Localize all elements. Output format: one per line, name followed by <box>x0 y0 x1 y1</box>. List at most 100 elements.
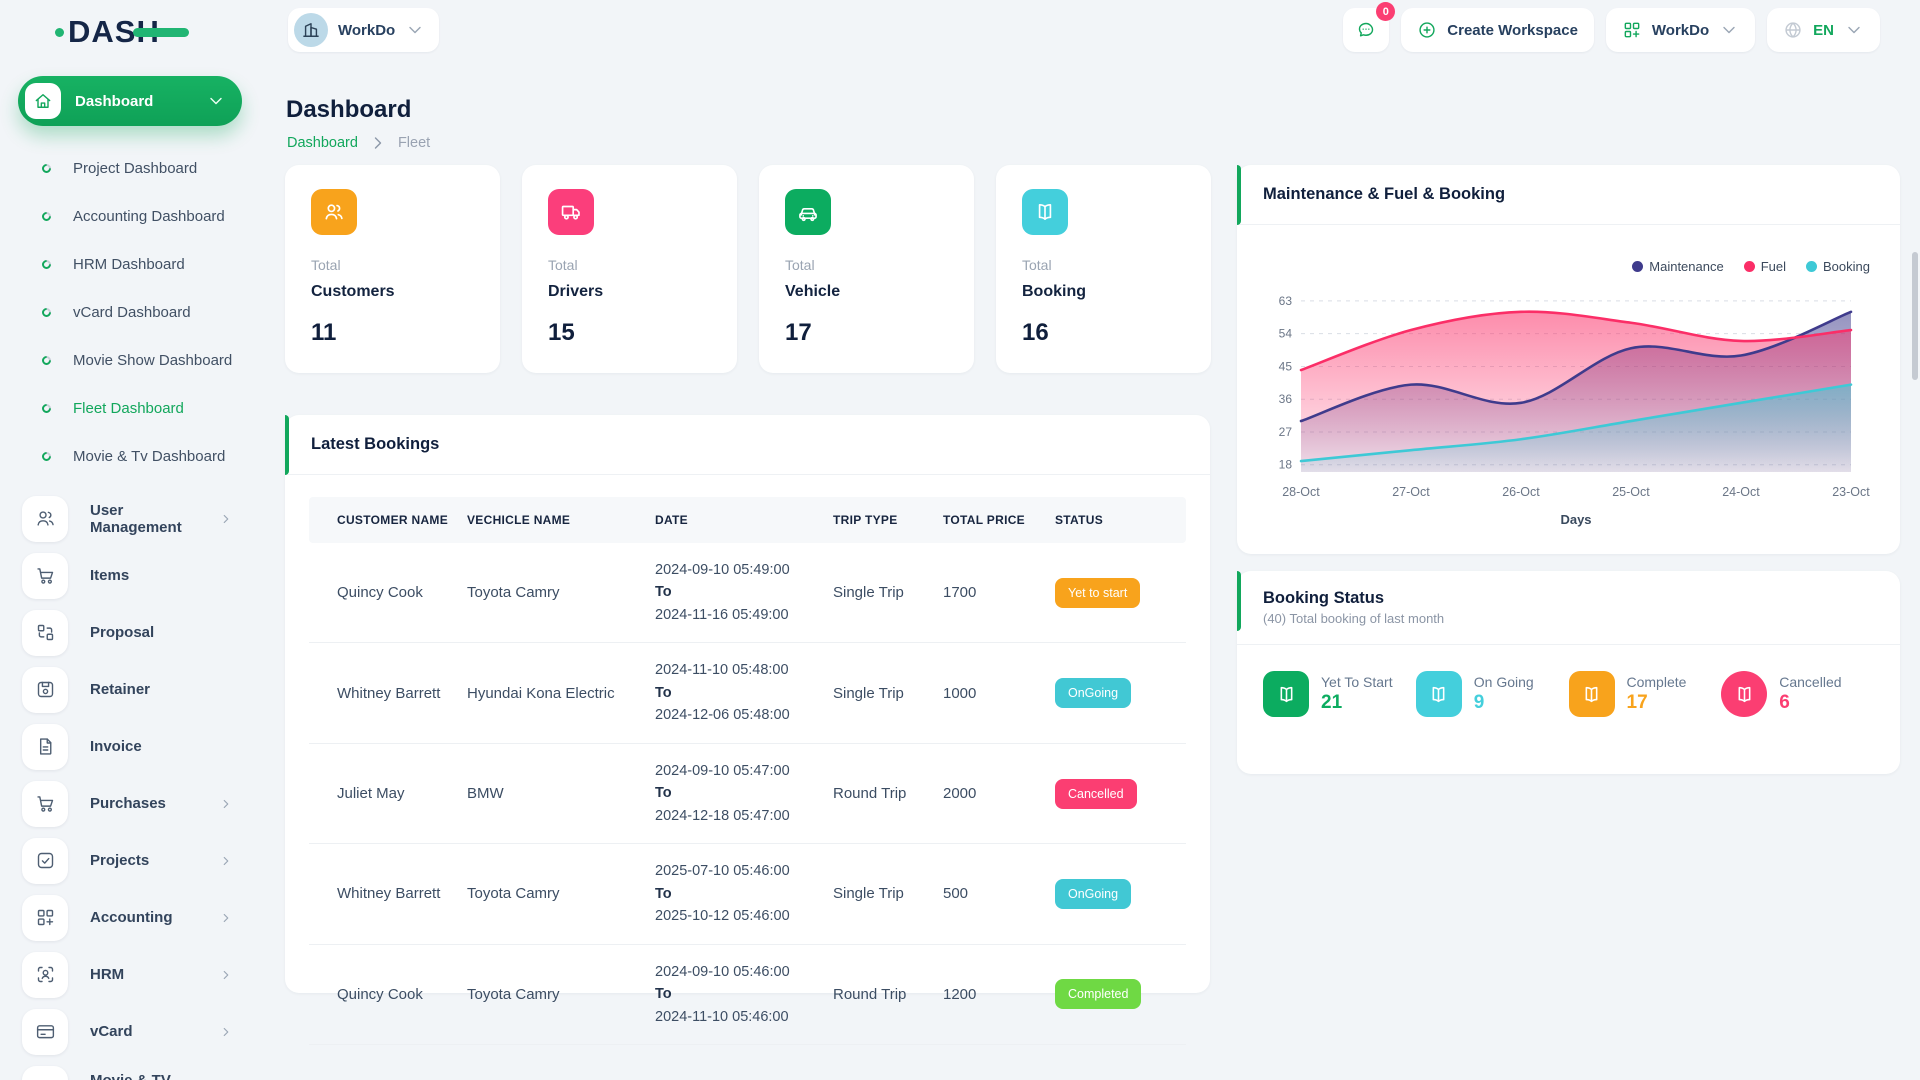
proposal-icon <box>22 610 68 656</box>
column-header-total-price: TOTAL PRICE <box>935 497 1047 543</box>
workspace-switcher[interactable]: WorkDo <box>288 8 439 52</box>
sidebar-item-items[interactable]: Items <box>0 547 285 604</box>
sidebar-item-vcard-dashboard[interactable]: vCard Dashboard <box>0 288 285 336</box>
booking-status-complete: Complete17 <box>1569 671 1722 717</box>
svg-text:26-Oct: 26-Oct <box>1502 485 1540 499</box>
svg-text:36: 36 <box>1279 392 1293 406</box>
language-code: EN <box>1813 22 1834 39</box>
sidebar-item-vcard[interactable]: vCard <box>0 1003 285 1060</box>
svg-text:27-Oct: 27-Oct <box>1392 485 1430 499</box>
cart-icon <box>22 553 68 599</box>
sidebar-item-fleet-dashboard[interactable]: Fleet Dashboard <box>0 384 285 432</box>
user-scan-icon <box>22 952 68 998</box>
sidebar-active-label: Dashboard <box>75 93 192 110</box>
booking-status-items: Yet To Start21On Going9Complete17Cancell… <box>1237 645 1900 717</box>
sidebar-item-label: Invoice <box>90 738 285 755</box>
cell-total-price: 2000 <box>935 743 1047 843</box>
sidebar-item-invoice[interactable]: Invoice <box>0 718 285 775</box>
cell-vehicle: BMW <box>459 743 647 843</box>
sidebar-item-accounting[interactable]: Accounting <box>0 889 285 946</box>
stat-cards: TotalCustomers11TotalDrivers15TotalVehic… <box>285 165 1213 373</box>
svg-text:24-Oct: 24-Oct <box>1722 485 1760 499</box>
sidebar-item-project-dashboard[interactable]: Project Dashboard <box>0 144 285 192</box>
cell-vehicle: Toyota Camry <box>459 543 647 643</box>
chart-legend: Maintenance Fuel Booking <box>1263 259 1870 274</box>
svg-text:45: 45 <box>1279 359 1293 373</box>
create-workspace-button[interactable]: Create Workspace <box>1401 8 1594 52</box>
svg-text:18: 18 <box>1279 458 1293 472</box>
sidebar-item-retainer[interactable]: Retainer <box>0 661 285 718</box>
booking-status-value: 9 <box>1474 692 1534 714</box>
svg-text:54: 54 <box>1279 327 1293 341</box>
stat-label: Drivers <box>548 283 711 301</box>
topbar: DASH WorkDo 0 Create Workspace WorkDo EN <box>0 0 1920 60</box>
latest-bookings-title: Latest Bookings <box>311 435 439 454</box>
book-icon <box>1022 189 1068 235</box>
chevron-down-icon <box>206 91 226 111</box>
bookings-table: CUSTOMER NAMEVECHICLE NAMEDATETRIP TYPET… <box>309 497 1186 1045</box>
sidebar-item-movie-show-dashboard[interactable]: Movie Show Dashboard <box>0 336 285 384</box>
maintenance-fuel-booking-chart: 18273645546328-Oct27-Oct26-Oct25-Oct24-O… <box>1263 276 1874 549</box>
svg-text:63: 63 <box>1279 294 1293 308</box>
legend-item-fuel[interactable]: Fuel <box>1744 259 1786 274</box>
legend-item-booking[interactable]: Booking <box>1806 259 1870 274</box>
booking-status-title: Booking Status <box>1263 589 1384 608</box>
sidebar-item-label: Movie & TV Studio <box>90 1072 197 1080</box>
users-icon <box>311 189 357 235</box>
stat-label-top: Total <box>1022 257 1185 273</box>
sidebar-item-label: Movie Show Dashboard <box>73 352 232 369</box>
stat-card-vehicle: TotalVehicle17 <box>759 165 974 373</box>
sidebar-item-movie-tv-dashboard[interactable]: Movie & Tv Dashboard <box>0 432 285 480</box>
table-row: Whitney BarrettHyundai Kona Electric2024… <box>309 643 1186 743</box>
language-selector[interactable]: EN <box>1767 8 1880 52</box>
cell-vehicle: Toyota Camry <box>459 944 647 1044</box>
logo-dash-icon <box>133 28 189 37</box>
sidebar-item-projects[interactable]: Projects <box>0 832 285 889</box>
sidebar-item-dashboard[interactable]: Dashboard <box>18 76 242 126</box>
messages-button[interactable]: 0 <box>1343 8 1389 52</box>
book-icon <box>1569 671 1615 717</box>
sidebar-item-purchases[interactable]: Purchases <box>0 775 285 832</box>
sidebar-item-proposal[interactable]: Proposal <box>0 604 285 661</box>
latest-bookings-card: Latest Bookings CUSTOMER NAMEVECHICLE NA… <box>285 415 1210 993</box>
stat-value: 16 <box>1022 319 1185 347</box>
book-icon <box>1263 671 1309 717</box>
sidebar-item-user-management[interactable]: User Management <box>0 490 285 547</box>
maintenance-fuel-booking-card: Maintenance & Fuel & Booking Maintenance… <box>1237 165 1900 554</box>
workdo-menu-label: WorkDo <box>1652 22 1709 39</box>
chevron-right-icon <box>219 854 233 868</box>
stat-label-top: Total <box>548 257 711 273</box>
workdo-menu-button[interactable]: WorkDo <box>1606 8 1755 52</box>
legend-item-maintenance[interactable]: Maintenance <box>1632 259 1723 274</box>
cell-trip-type: Round Trip <box>825 944 935 1044</box>
cell-customer: Quincy Cook <box>309 944 459 1044</box>
page-scrollbar[interactable] <box>1912 252 1918 380</box>
sidebar-item-accounting-dashboard[interactable]: Accounting Dashboard <box>0 192 285 240</box>
chevron-right-icon <box>219 968 233 982</box>
svg-text:Days: Days <box>1560 512 1591 527</box>
book-icon <box>1721 671 1767 717</box>
sidebar-item-hrm-dashboard[interactable]: HRM Dashboard <box>0 240 285 288</box>
booking-status-cancelled: Cancelled6 <box>1721 671 1874 717</box>
users-icon <box>22 496 68 542</box>
svg-text:25-Oct: 25-Oct <box>1612 485 1650 499</box>
chevron-right-icon <box>368 133 388 153</box>
messages-badge: 0 <box>1376 2 1395 21</box>
sidebar-item-hrm[interactable]: HRM <box>0 946 285 1003</box>
cell-trip-type: Single Trip <box>825 643 935 743</box>
bullet-ring-icon <box>40 402 53 415</box>
car-icon <box>785 189 831 235</box>
workspace-avatar <box>294 13 328 47</box>
dash-logo[interactable]: DASH <box>55 14 189 50</box>
create-workspace-label: Create Workspace <box>1447 22 1578 39</box>
stat-label-top: Total <box>311 257 474 273</box>
sidebar-item-label: Accounting Dashboard <box>73 208 225 225</box>
chevron-right-icon <box>219 512 233 526</box>
sidebar-item-movie-tv-studio[interactable]: Movie & TV Studio <box>0 1060 285 1080</box>
bullet-ring-icon <box>40 162 53 175</box>
breadcrumb-dashboard-link[interactable]: Dashboard <box>287 135 358 151</box>
cell-status: OnGoing <box>1047 643 1186 743</box>
sidebar-item-label: User Management <box>90 502 197 536</box>
cell-total-price: 500 <box>935 844 1047 944</box>
sidebar-item-label: Purchases <box>90 795 197 812</box>
